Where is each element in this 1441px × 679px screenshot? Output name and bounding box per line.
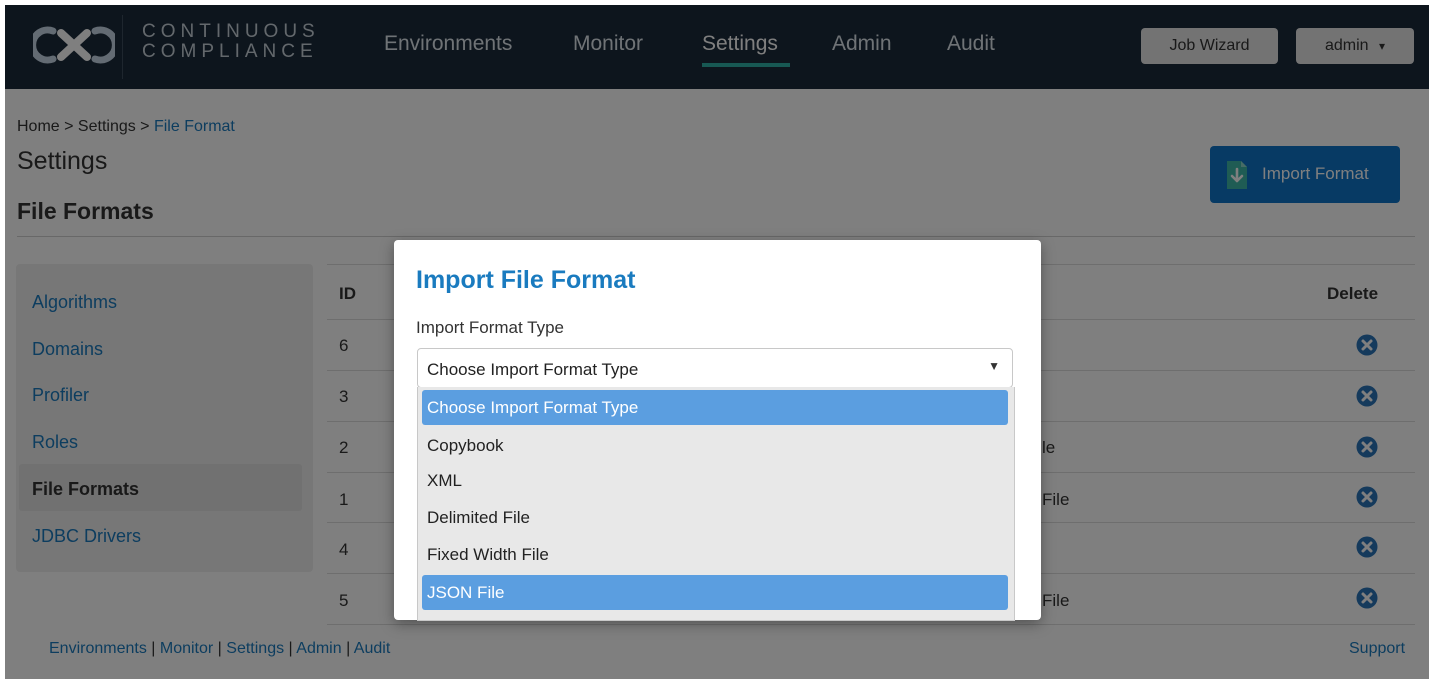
option-delimited-file[interactable]: Delimited File — [422, 500, 1008, 535]
option-fixed-width-file[interactable]: Fixed Width File — [422, 537, 1008, 572]
select-current-value: Choose Import Format Type — [427, 360, 639, 379]
import-format-type-select[interactable]: Choose Import Format Type ▼ — [417, 348, 1013, 388]
option-label: Fixed Width File — [427, 545, 549, 564]
import-format-type-label: Import Format Type — [416, 318, 565, 337]
dialog-title: Import File Format — [416, 266, 636, 294]
chevron-down-icon: ▼ — [988, 359, 1000, 373]
option-label: XML — [427, 471, 462, 490]
import-format-type-options: Choose Import Format Type Copybook XML D… — [417, 387, 1015, 621]
option-choose-import-format-type[interactable]: Choose Import Format Type — [422, 390, 1008, 425]
option-label: JSON File — [427, 583, 505, 602]
option-label: Delimited File — [427, 508, 530, 527]
option-label: Choose Import Format Type — [427, 398, 639, 417]
import-file-format-dialog: Import File Format Import Format Type Ch… — [394, 240, 1041, 621]
option-xml[interactable]: XML — [422, 463, 1008, 498]
option-json-file[interactable]: JSON File — [422, 575, 1008, 610]
option-copybook[interactable]: Copybook — [422, 428, 1008, 463]
option-label: Copybook — [427, 436, 504, 455]
app-frame: CONTINUOUS COMPLIANCE Environments Monit… — [5, 5, 1429, 679]
